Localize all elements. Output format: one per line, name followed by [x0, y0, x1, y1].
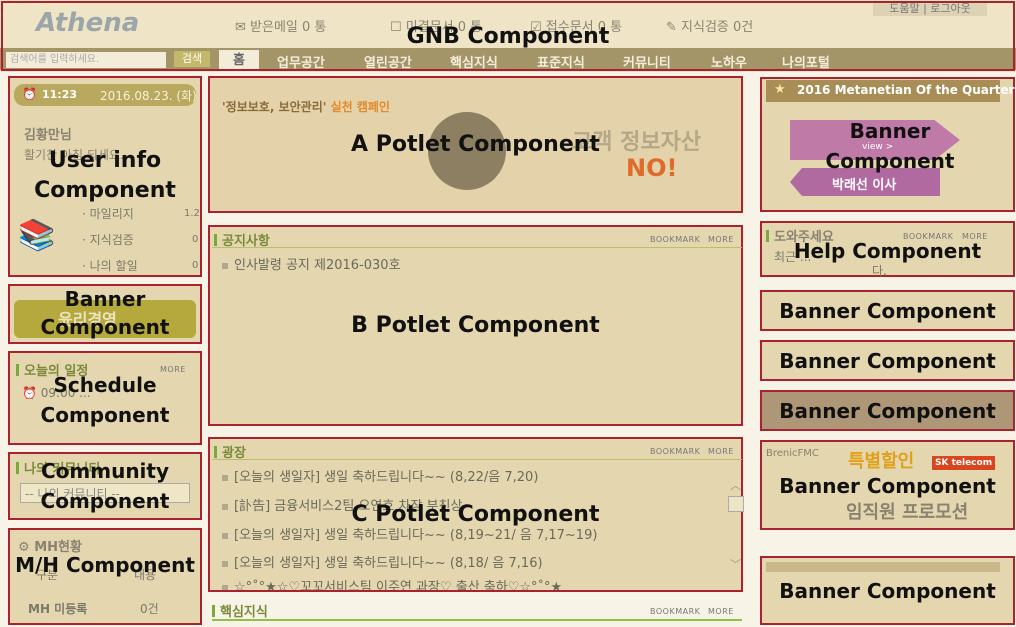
mileage-label[interactable]: · 마일리지 — [82, 205, 134, 222]
plaza-bookmark[interactable]: BOOKMARK — [650, 447, 700, 456]
mh-row-value[interactable]: 0건 — [140, 600, 159, 617]
plaza-divider — [212, 459, 742, 460]
bottom-banner-annotation: Banner Component — [779, 579, 996, 603]
user-name: 김황만님 — [24, 128, 72, 143]
notice-divider — [212, 247, 742, 248]
core-title: 핵심지식 — [212, 601, 268, 620]
todo-value: 0 — [192, 260, 199, 271]
promo-sub: 임직원 프로모션 — [846, 502, 969, 523]
banner-1-annotation: Banner Component — [779, 299, 996, 323]
list-item[interactable]: [오늘의 생일자] 생일 축하드립니다~~ (8,18/ 음 7,16) — [222, 552, 543, 571]
notice-bookmark[interactable]: BOOKMARK — [650, 235, 700, 244]
book-icon: 📚 — [18, 218, 56, 253]
user-info-annotation: User info Component — [34, 148, 176, 203]
banner-2-annotation: Banner Component — [779, 349, 996, 373]
core-bookmark[interactable]: BOOKMARK — [650, 607, 700, 616]
ethics-banner-annotation: Banner Component — [40, 287, 170, 339]
notice-more[interactable]: MORE — [708, 235, 734, 244]
promo-carrier: SK telecom — [932, 456, 996, 470]
list-item-clip: ☆°˚°★☆♡꼬꼬서비스팀 이주연 과장♡ 출산 축하♡☆°˚°★ — [222, 576, 702, 590]
clock-time: 11:23 — [42, 88, 78, 101]
plaza-more[interactable]: MORE — [708, 447, 734, 456]
todo-label[interactable]: · 나의 할일 — [82, 257, 138, 274]
promo-brand: BrenicFMC — [766, 448, 819, 459]
community-annotation: Community Component — [40, 459, 170, 513]
metanetian-name: 박래선 이사 — [832, 178, 897, 193]
gnb-annotation: GNB Component — [406, 24, 610, 49]
clock-date: 2016.08.23. (화) — [100, 89, 197, 103]
list-item[interactable]: ☆°˚°★☆♡꼬꼬서비스팀 이주연 과장♡ 출산 축하♡☆°˚°★ — [222, 580, 562, 590]
list-item[interactable]: 인사발령 공지 제2016-030호 — [222, 254, 401, 273]
bottom-banner-strip — [766, 562, 1000, 572]
promo-annotation: Banner Component — [779, 474, 996, 498]
verify-value: 0 — [192, 234, 199, 245]
scroll-up-icon[interactable]: ︿ — [730, 477, 741, 493]
promo-headline: 특별할인 — [848, 451, 915, 472]
verify-label[interactable]: · 지식검증 — [82, 231, 134, 248]
potlet-a-annotation: A Potlet Component — [351, 132, 600, 157]
metanetian-annotation: Banner Component — [825, 119, 955, 173]
potlet-c-annotation: C Potlet Component — [351, 502, 600, 527]
mileage-value: 1.2 — [184, 208, 200, 219]
help-annotation: Help Component — [793, 239, 982, 263]
mh-annotation: M/H Component — [15, 553, 195, 577]
campaign-slogan: '정보보호, 보안관리' 실천 캠페인 — [222, 100, 390, 114]
schedule-annotation: Schedule Component — [40, 373, 170, 427]
clock-icon: ⏰ — [22, 87, 37, 101]
list-item[interactable]: [오늘의 생일자] 생일 축하드립니다~~ (8,22/음 7,20) — [222, 466, 538, 485]
banner-3-annotation: Banner Component — [779, 399, 996, 423]
potlet-b-annotation: B Potlet Component — [351, 313, 600, 338]
mh-row-label: MH 미등록 — [28, 602, 88, 616]
metanetian-title: 2016 Metanetian Of the Quarter — [797, 83, 1015, 97]
core-divider — [212, 619, 742, 621]
core-more[interactable]: MORE — [708, 607, 734, 616]
star-icon: ★ — [774, 82, 786, 97]
scroll-down-icon[interactable]: ﹀ — [730, 556, 741, 572]
